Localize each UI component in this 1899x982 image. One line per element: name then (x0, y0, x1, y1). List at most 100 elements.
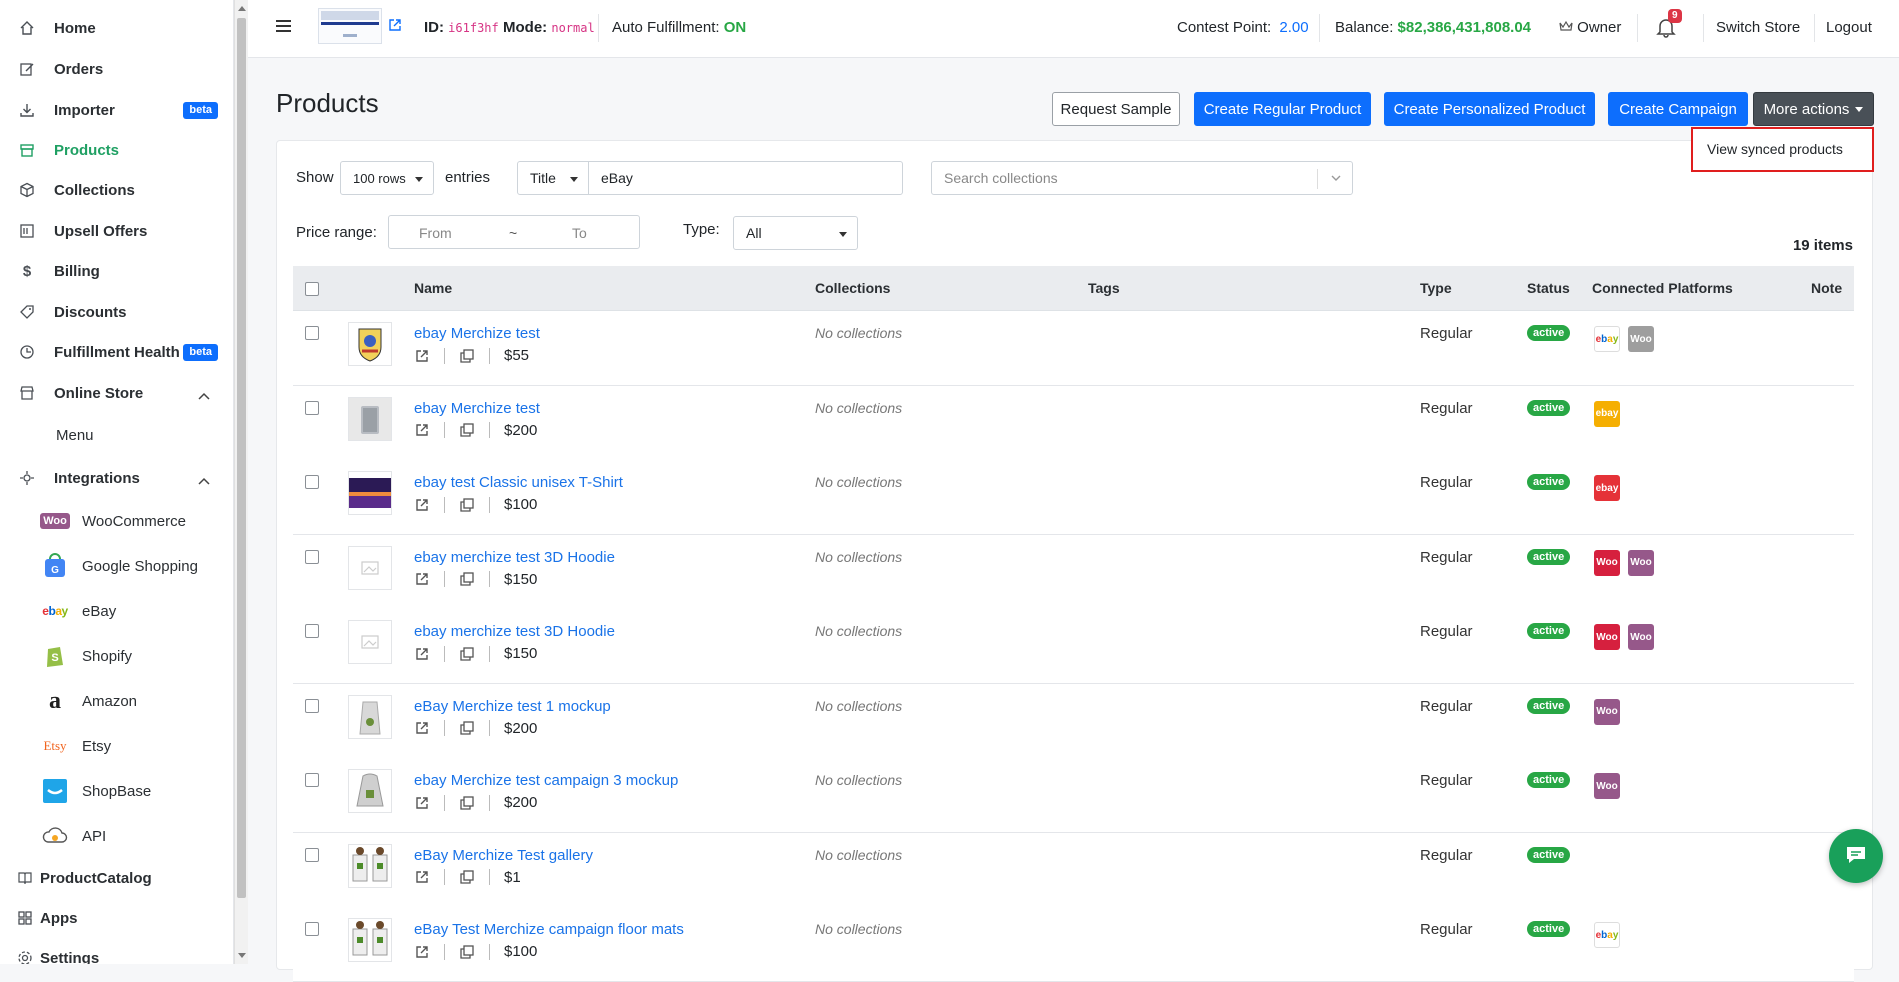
product-thumbnail[interactable] (348, 918, 392, 962)
product-thumbnail[interactable] (348, 322, 392, 366)
copy-icon[interactable] (459, 348, 475, 364)
chat-button[interactable] (1829, 829, 1883, 883)
product-name-link[interactable]: ebay Merchize test campaign 3 mockup (414, 772, 678, 789)
view-synced-products-item[interactable]: View synced products (1707, 141, 1843, 157)
product-thumbnail[interactable] (348, 843, 392, 888)
copy-icon[interactable] (459, 795, 475, 811)
row-checkbox[interactable] (305, 698, 319, 713)
sidebar-item-productcatalog[interactable]: ProductCatalog (0, 860, 233, 896)
request-sample-button[interactable]: Request Sample (1052, 92, 1180, 126)
sidebar-item-fulfillment-health[interactable]: Fulfillment Health beta (0, 334, 233, 370)
integration-shopify[interactable]: S Shopify (40, 638, 132, 674)
copy-icon[interactable] (459, 869, 475, 885)
product-thumbnail[interactable] (348, 471, 392, 515)
chevron-down-icon[interactable] (1330, 171, 1342, 187)
integration-amazon[interactable]: a Amazon (40, 683, 137, 719)
sidebar-item-billing[interactable]: $ Billing (0, 253, 233, 289)
copy-icon[interactable] (459, 571, 475, 587)
hamburger-menu-icon[interactable] (276, 20, 291, 32)
product-name-link[interactable]: ebay merchize test 3D Hoodie (414, 623, 615, 640)
owner-menu[interactable]: Owner (1559, 19, 1621, 36)
home-icon (18, 19, 36, 37)
sidebar-item-home[interactable]: Home (0, 10, 233, 46)
integration-woocommerce[interactable]: Woo WooCommerce (40, 503, 186, 539)
integration-etsy[interactable]: Etsy Etsy (40, 728, 111, 764)
bell-icon[interactable]: 9 (1656, 9, 1682, 41)
external-link-icon[interactable] (414, 497, 430, 513)
create-regular-product-button[interactable]: Create Regular Product (1194, 92, 1371, 126)
product-thumbnail[interactable] (348, 620, 392, 664)
sidebar-item-apps[interactable]: Apps (0, 900, 233, 936)
price-to-input[interactable]: To (572, 225, 587, 241)
sidebar-item-importer[interactable]: Importer beta (0, 92, 233, 128)
external-link-icon[interactable] (414, 571, 430, 587)
rows-per-page-select[interactable]: 100 rows (340, 161, 434, 195)
copy-icon[interactable] (459, 422, 475, 438)
scrollbar-thumb[interactable] (237, 18, 246, 898)
price-range-input[interactable]: From ~ To (388, 215, 640, 249)
scroll-up-arrow-icon[interactable] (238, 6, 246, 11)
row-checkbox[interactable] (305, 475, 319, 489)
header-name[interactable]: Name (414, 280, 452, 296)
external-link-icon[interactable] (414, 348, 430, 364)
search-input[interactable]: eBay (588, 161, 903, 195)
copy-icon[interactable] (459, 944, 475, 960)
sidebar-scrollbar[interactable] (234, 0, 248, 964)
external-link-icon[interactable] (414, 720, 430, 736)
product-name-link[interactable]: ebay Merchize test (414, 325, 540, 342)
product-thumbnail[interactable] (348, 396, 392, 441)
integration-shopbase[interactable]: ShopBase (40, 773, 151, 809)
create-campaign-button[interactable]: Create Campaign (1608, 92, 1748, 126)
sidebar-subitem-menu[interactable]: Menu (56, 427, 94, 444)
price-from-input[interactable]: From (419, 225, 452, 241)
scroll-down-arrow-icon[interactable] (238, 953, 246, 958)
copy-icon[interactable] (459, 646, 475, 662)
external-link-icon[interactable] (414, 422, 430, 438)
row-checkbox[interactable] (305, 326, 319, 340)
external-link-icon[interactable] (414, 646, 430, 662)
product-thumbnail[interactable] (348, 769, 392, 813)
external-link-icon[interactable] (388, 18, 402, 35)
product-name-link[interactable]: eBay Test Merchize campaign floor mats (414, 921, 684, 938)
svg-text:S: S (51, 652, 58, 664)
amazon-logo-icon: a (49, 687, 61, 714)
integration-api[interactable]: API (40, 818, 106, 854)
external-link-icon[interactable] (414, 944, 430, 960)
product-name-link[interactable]: ebay Merchize test (414, 400, 540, 417)
sidebar-item-upsell-offers[interactable]: Upsell Offers (0, 213, 233, 249)
product-name-link[interactable]: eBay Merchize test 1 mockup (414, 698, 611, 715)
row-checkbox[interactable] (305, 773, 319, 787)
sidebar-item-orders[interactable]: Orders (0, 51, 233, 87)
sidebar-item-label: Billing (54, 262, 100, 280)
sidebar-item-online-store[interactable]: Online Store (0, 375, 233, 411)
create-personalized-product-button[interactable]: Create Personalized Product (1384, 92, 1595, 126)
logout-link[interactable]: Logout (1826, 19, 1872, 36)
switch-store-link[interactable]: Switch Store (1716, 19, 1800, 36)
sidebar-item-discounts[interactable]: Discounts (0, 294, 233, 330)
integration-google-shopping[interactable]: G Google Shopping (40, 548, 198, 584)
sidebar-item-collections[interactable]: Collections (0, 172, 233, 208)
copy-icon[interactable] (459, 497, 475, 513)
row-checkbox[interactable] (305, 847, 319, 862)
row-checkbox[interactable] (305, 624, 319, 638)
sidebar-item-settings[interactable]: Settings (0, 940, 233, 964)
collections-search-input[interactable]: Search collections (931, 161, 1353, 195)
select-all-checkbox[interactable] (305, 282, 319, 296)
copy-icon[interactable] (459, 720, 475, 736)
more-actions-button[interactable]: More actions (1753, 92, 1874, 126)
product-thumbnail[interactable] (348, 694, 392, 739)
product-name-link[interactable]: ebay merchize test 3D Hoodie (414, 549, 615, 566)
search-field-select[interactable]: Title (517, 161, 589, 195)
type-select[interactable]: All (733, 216, 858, 250)
sidebar-item-integrations[interactable]: Integrations (0, 460, 233, 496)
row-checkbox[interactable] (305, 400, 319, 415)
external-link-icon[interactable] (414, 795, 430, 811)
product-thumbnail[interactable] (348, 545, 392, 590)
row-checkbox[interactable] (305, 922, 319, 936)
product-name-link[interactable]: ebay test Classic unisex T-Shirt (414, 474, 623, 491)
product-name-link[interactable]: eBay Merchize Test gallery (414, 847, 593, 864)
sidebar-item-products[interactable]: Products (0, 132, 233, 168)
row-checkbox[interactable] (305, 549, 319, 564)
external-link-icon[interactable] (414, 869, 430, 885)
integration-ebay[interactable]: ebay eBay (40, 593, 116, 629)
